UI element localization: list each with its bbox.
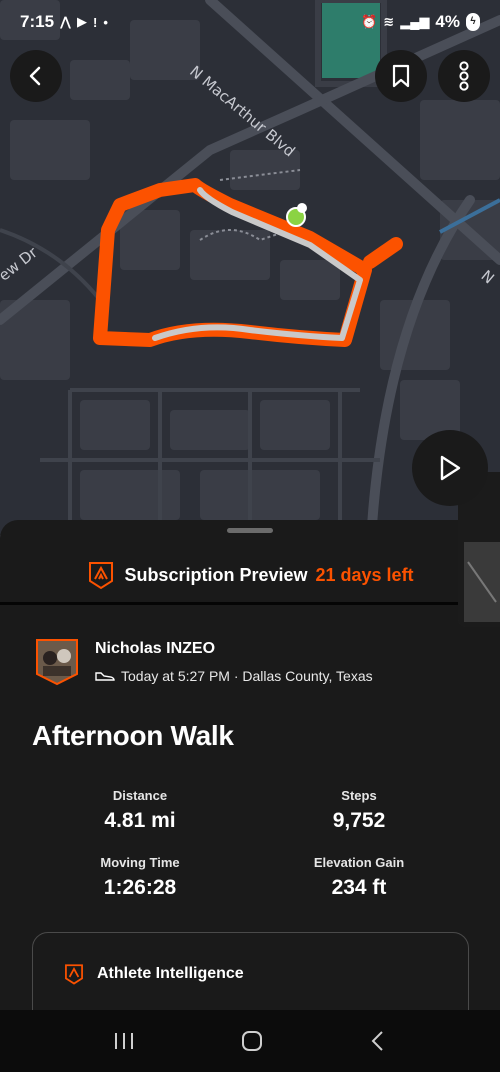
battery-percent: 4% bbox=[435, 12, 460, 31]
back-button[interactable] bbox=[10, 50, 62, 102]
system-nav-bar bbox=[0, 1010, 500, 1072]
system-back-icon[interactable] bbox=[368, 1030, 388, 1052]
activity-meta: Today at 5:27 PM · Dallas County, Texas bbox=[121, 668, 373, 684]
stat-value: 1:26:28 bbox=[103, 876, 177, 899]
subscription-preview-banner[interactable]: Subscription Preview 21 days left bbox=[0, 550, 500, 600]
athlete-intelligence-title: Athlete Intelligence bbox=[97, 965, 244, 982]
stat-label: Steps bbox=[341, 788, 377, 803]
stat-value: 234 ft bbox=[331, 876, 387, 899]
subscription-days-left: 21 days left bbox=[315, 564, 414, 585]
battery-icon: ϟ bbox=[466, 13, 480, 31]
activity-title: Afternoon Walk bbox=[32, 720, 234, 751]
stat-label: Moving Time bbox=[100, 855, 180, 870]
stat-label: Elevation Gain bbox=[313, 855, 405, 870]
status-bar: 7:15 ⋀ ▶ ! • ⏰ ≋ ▂▄▆ 4% ϟ bbox=[0, 0, 500, 44]
stat-value: 9,752 bbox=[332, 809, 386, 832]
bookmark-icon bbox=[392, 64, 410, 88]
wifi-icon: ≋ bbox=[383, 14, 395, 29]
athlete-intelligence-card[interactable]: Athlete Intelligence bbox=[32, 932, 469, 1010]
stat-moving-time: Moving Time 1:26:28 bbox=[40, 855, 240, 900]
subscription-title: Subscription Preview bbox=[124, 564, 308, 585]
stat-distance: Distance 4.81 mi bbox=[40, 788, 240, 833]
status-time: 7:15 bbox=[20, 12, 55, 31]
stat-label: Distance bbox=[112, 788, 168, 803]
stat-elevation-gain: Elevation Gain 234 ft bbox=[259, 855, 459, 900]
athlete-header[interactable]: Nicholas INZEO Today at 5:27 PM · Dallas… bbox=[35, 638, 373, 686]
youtube-icon: ▶ bbox=[77, 14, 87, 29]
strava-badge-icon bbox=[65, 964, 83, 985]
athlete-name[interactable]: Nicholas INZEO bbox=[95, 640, 373, 658]
stat-steps: Steps 9,752 bbox=[259, 788, 459, 833]
bookmark-button[interactable] bbox=[375, 50, 427, 102]
activity-sheet[interactable]: Subscription Preview 21 days left Nichol… bbox=[0, 520, 500, 1010]
navigation-icon: ⋀ bbox=[60, 14, 71, 29]
play-flyover-button[interactable] bbox=[412, 430, 488, 506]
strava-badge-icon bbox=[89, 562, 114, 590]
more-vertical-icon bbox=[459, 61, 469, 91]
play-icon bbox=[440, 455, 461, 481]
end-marker bbox=[297, 203, 307, 213]
shoe-icon bbox=[95, 672, 115, 681]
recents-icon[interactable] bbox=[112, 1031, 136, 1051]
alarm-icon: ⏰ bbox=[361, 14, 378, 29]
signal-icon: ▂▄▆ bbox=[400, 14, 430, 29]
stat-value: 4.81 mi bbox=[104, 809, 176, 832]
back-arrow-icon bbox=[29, 66, 41, 86]
notification-icon: ! bbox=[93, 14, 98, 30]
avatar[interactable] bbox=[35, 638, 79, 686]
section-divider bbox=[0, 602, 500, 605]
dot-icon: • bbox=[103, 14, 108, 30]
more-options-button[interactable] bbox=[438, 50, 490, 102]
home-icon[interactable] bbox=[240, 1029, 264, 1053]
sheet-drag-handle[interactable] bbox=[227, 528, 273, 533]
